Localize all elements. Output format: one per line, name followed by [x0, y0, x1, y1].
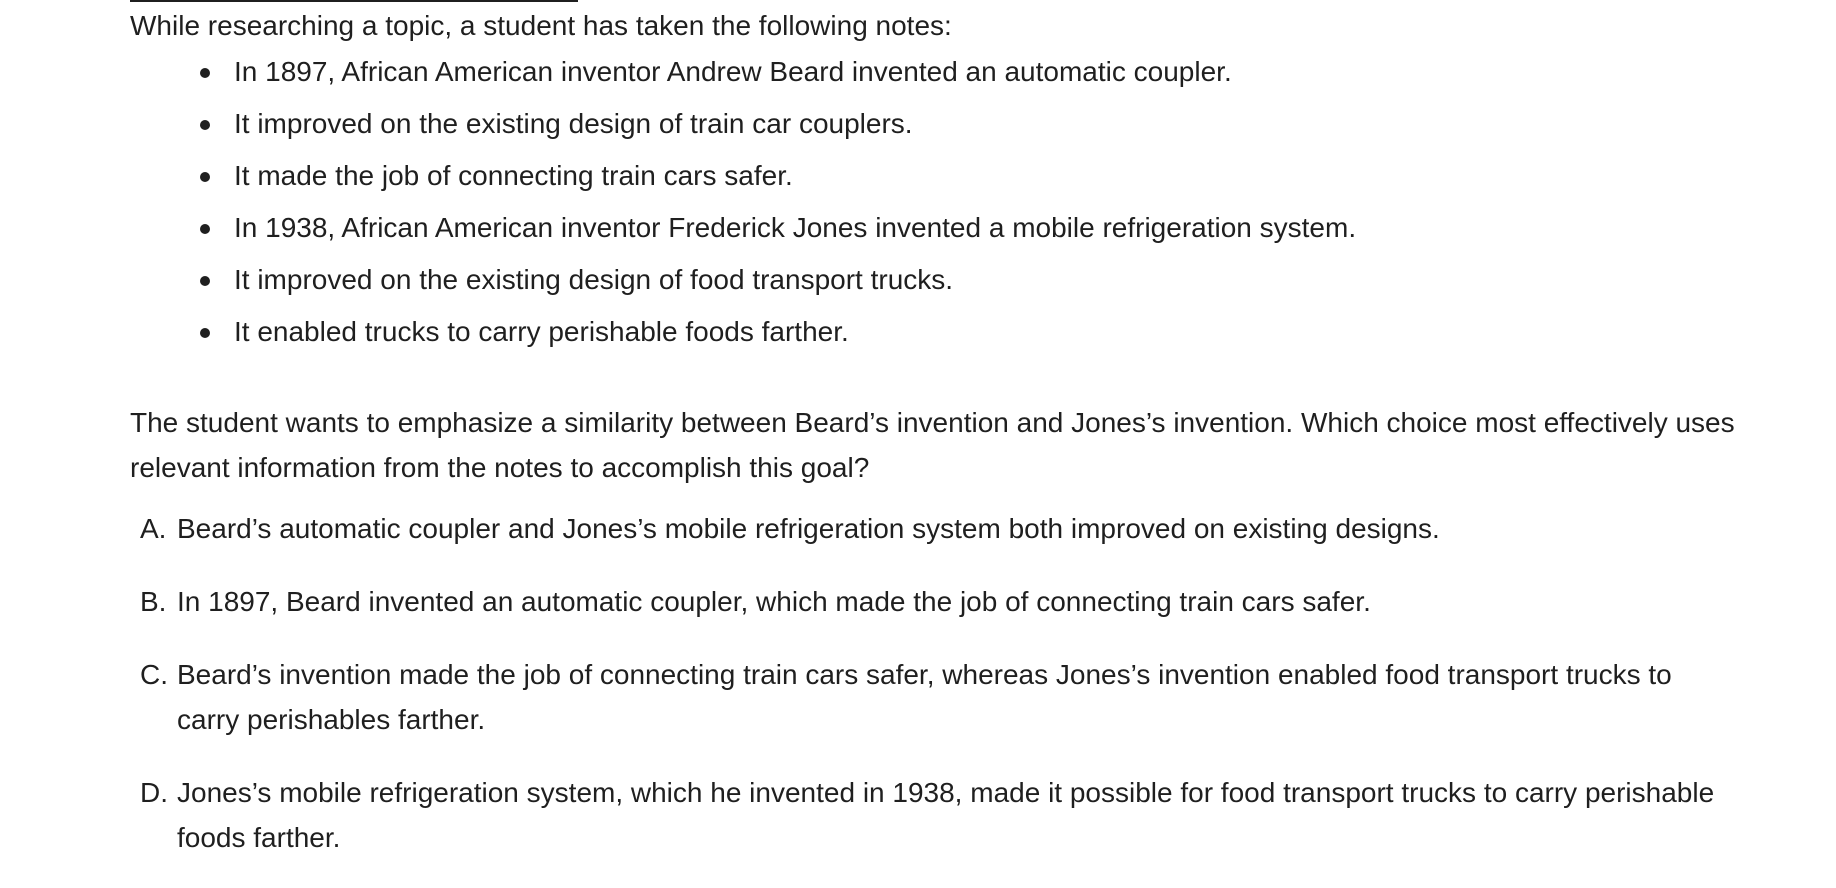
top-divider [130, 0, 578, 2]
note-text: In 1897, African American inventor Andre… [234, 56, 1232, 87]
intro-text: While researching a topic, a student has… [130, 10, 952, 41]
note-text: In 1938, African American inventor Frede… [234, 212, 1357, 243]
bullet-icon [200, 68, 210, 78]
bullet-icon [200, 276, 210, 286]
choice-text: Beard’s invention made the job of connec… [177, 659, 1672, 735]
choice-a[interactable]: A. Beard’s automatic coupler and Jones’s… [130, 506, 1740, 551]
note-item: It improved on the existing design of tr… [130, 106, 1356, 158]
bullet-icon [200, 224, 210, 234]
bullet-icon [200, 172, 210, 182]
choice-text: In 1897, Beard invented an automatic cou… [177, 586, 1371, 617]
choice-c[interactable]: C. Beard’s invention made the job of con… [130, 652, 1740, 742]
note-text: It made the job of connecting train cars… [234, 160, 793, 191]
choice-letter: B. [140, 586, 167, 617]
answer-choices: A. Beard’s automatic coupler and Jones’s… [130, 506, 1740, 888]
choice-letter: C. [140, 659, 168, 690]
notes-list: In 1897, African American inventor Andre… [130, 54, 1356, 366]
choice-b[interactable]: B. In 1897, Beard invented an automatic … [130, 579, 1740, 624]
note-item: It improved on the existing design of fo… [130, 262, 1356, 314]
note-text: It enabled trucks to carry perishable fo… [234, 316, 849, 347]
bullet-icon [200, 328, 210, 338]
note-item: In 1897, African American inventor Andre… [130, 54, 1356, 106]
note-text: It improved on the existing design of tr… [234, 108, 913, 139]
question-prompt: The student wants to emphasize a similar… [130, 407, 1735, 483]
bullet-icon [200, 120, 210, 130]
note-item: It made the job of connecting train cars… [130, 158, 1356, 210]
note-item: In 1938, African American inventor Frede… [130, 210, 1356, 262]
choice-letter: D. [140, 777, 168, 808]
choice-text: Beard’s automatic coupler and Jones’s mo… [177, 513, 1440, 544]
note-text: It improved on the existing design of fo… [234, 264, 954, 295]
choice-letter: A. [140, 513, 167, 544]
note-item: It enabled trucks to carry perishable fo… [130, 314, 1356, 366]
choice-d[interactable]: D. Jones’s mobile refrigeration system, … [130, 770, 1740, 860]
choice-text: Jones’s mobile refrigeration system, whi… [177, 777, 1715, 853]
